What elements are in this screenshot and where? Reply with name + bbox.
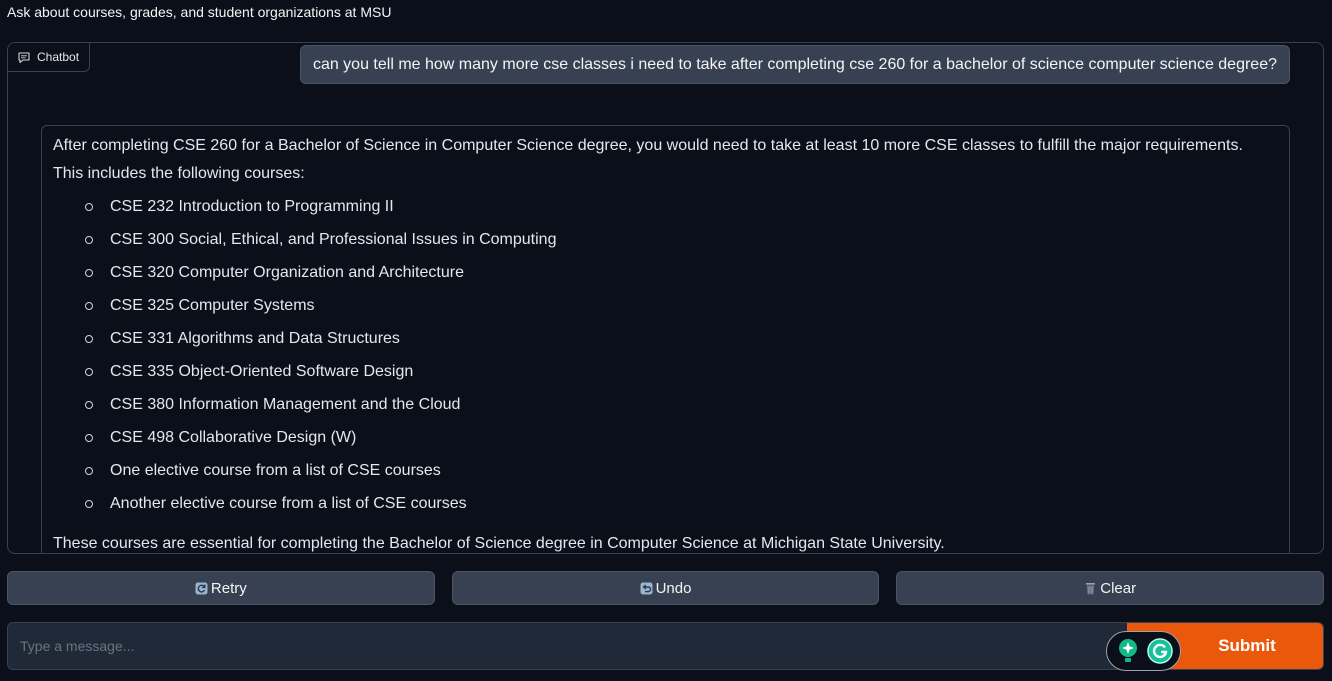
course-label: CSE 300 Social, Ethical, and Professiona… [110,230,557,248]
course-label: CSE 335 Object-Oriented Software Design [110,362,414,380]
list-item: CSE 300 Social, Ethical, and Professiona… [85,223,1277,256]
list-item: CSE 380 Information Management and the C… [85,388,1277,421]
bullet-icon [85,367,93,376]
bullet-icon [85,499,93,508]
grammarly-icon[interactable] [1146,638,1173,664]
list-item: One elective course from a list of CSE c… [85,454,1277,487]
action-buttons: Retry Undo Clear [7,571,1325,605]
retry-button[interactable]: Retry [7,571,435,605]
page-description: Ask about courses, grades, and student o… [7,4,392,20]
bot-message: After completing CSE 260 for a Bachelor … [41,125,1290,553]
bullet-icon [85,433,93,442]
list-item: CSE 232 Introduction to Programming II [85,190,1277,223]
message-input[interactable] [8,623,1128,669]
chatbot-panel[interactable]: Chatbot can you tell me how many more cs… [7,42,1324,554]
course-label: Another elective course from a list of C… [110,494,467,512]
course-label: CSE 498 Collaborative Design (W) [110,428,357,446]
bullet-icon [85,202,93,211]
course-label: CSE 232 Introduction to Programming II [110,197,394,215]
course-label: CSE 331 Algorithms and Data Structures [110,329,400,347]
course-label: CSE 325 Computer Systems [110,296,315,314]
bullet-icon [85,268,93,277]
bullet-icon [85,466,93,475]
list-item: CSE 325 Computer Systems [85,289,1277,322]
course-label: One elective course from a list of CSE c… [110,461,441,479]
clear-label: Clear [1100,579,1137,597]
bullet-icon [85,400,93,409]
chat-bubble-icon [18,51,30,63]
chatbot-label-text: Chatbot [37,50,80,64]
list-item: CSE 335 Object-Oriented Software Design [85,355,1277,388]
bullet-icon [85,301,93,310]
retry-label: Retry [210,579,247,597]
chatbot-label: Chatbot [8,43,91,72]
bullet-icon [85,334,93,343]
undo-button[interactable]: Undo [451,571,880,605]
undo-label: Undo [655,579,692,597]
course-label: CSE 320 Computer Organization and Archit… [110,263,464,281]
clear-button[interactable]: Clear [896,571,1325,605]
user-message: can you tell me how many more cse classe… [299,45,1290,84]
undo-icon [640,582,653,594]
sparkle-icon[interactable] [1115,638,1141,664]
bullet-icon [85,235,93,244]
bot-message-intro: After completing CSE 260 for a Bachelor … [53,137,1243,182]
bot-message-outro: These courses are essential for completi… [53,535,945,552]
retry-icon [195,582,208,594]
course-label: CSE 380 Information Management and the C… [110,395,461,413]
list-item: CSE 320 Computer Organization and Archit… [85,256,1277,289]
course-list: CSE 232 Introduction to Programming II C… [53,190,1277,520]
list-item: Another elective course from a list of C… [85,487,1277,520]
grammarly-widget[interactable] [1106,631,1181,671]
list-item: CSE 498 Collaborative Design (W) [85,421,1277,454]
trash-icon [1086,582,1096,594]
list-item: CSE 331 Algorithms and Data Structures [85,322,1277,355]
